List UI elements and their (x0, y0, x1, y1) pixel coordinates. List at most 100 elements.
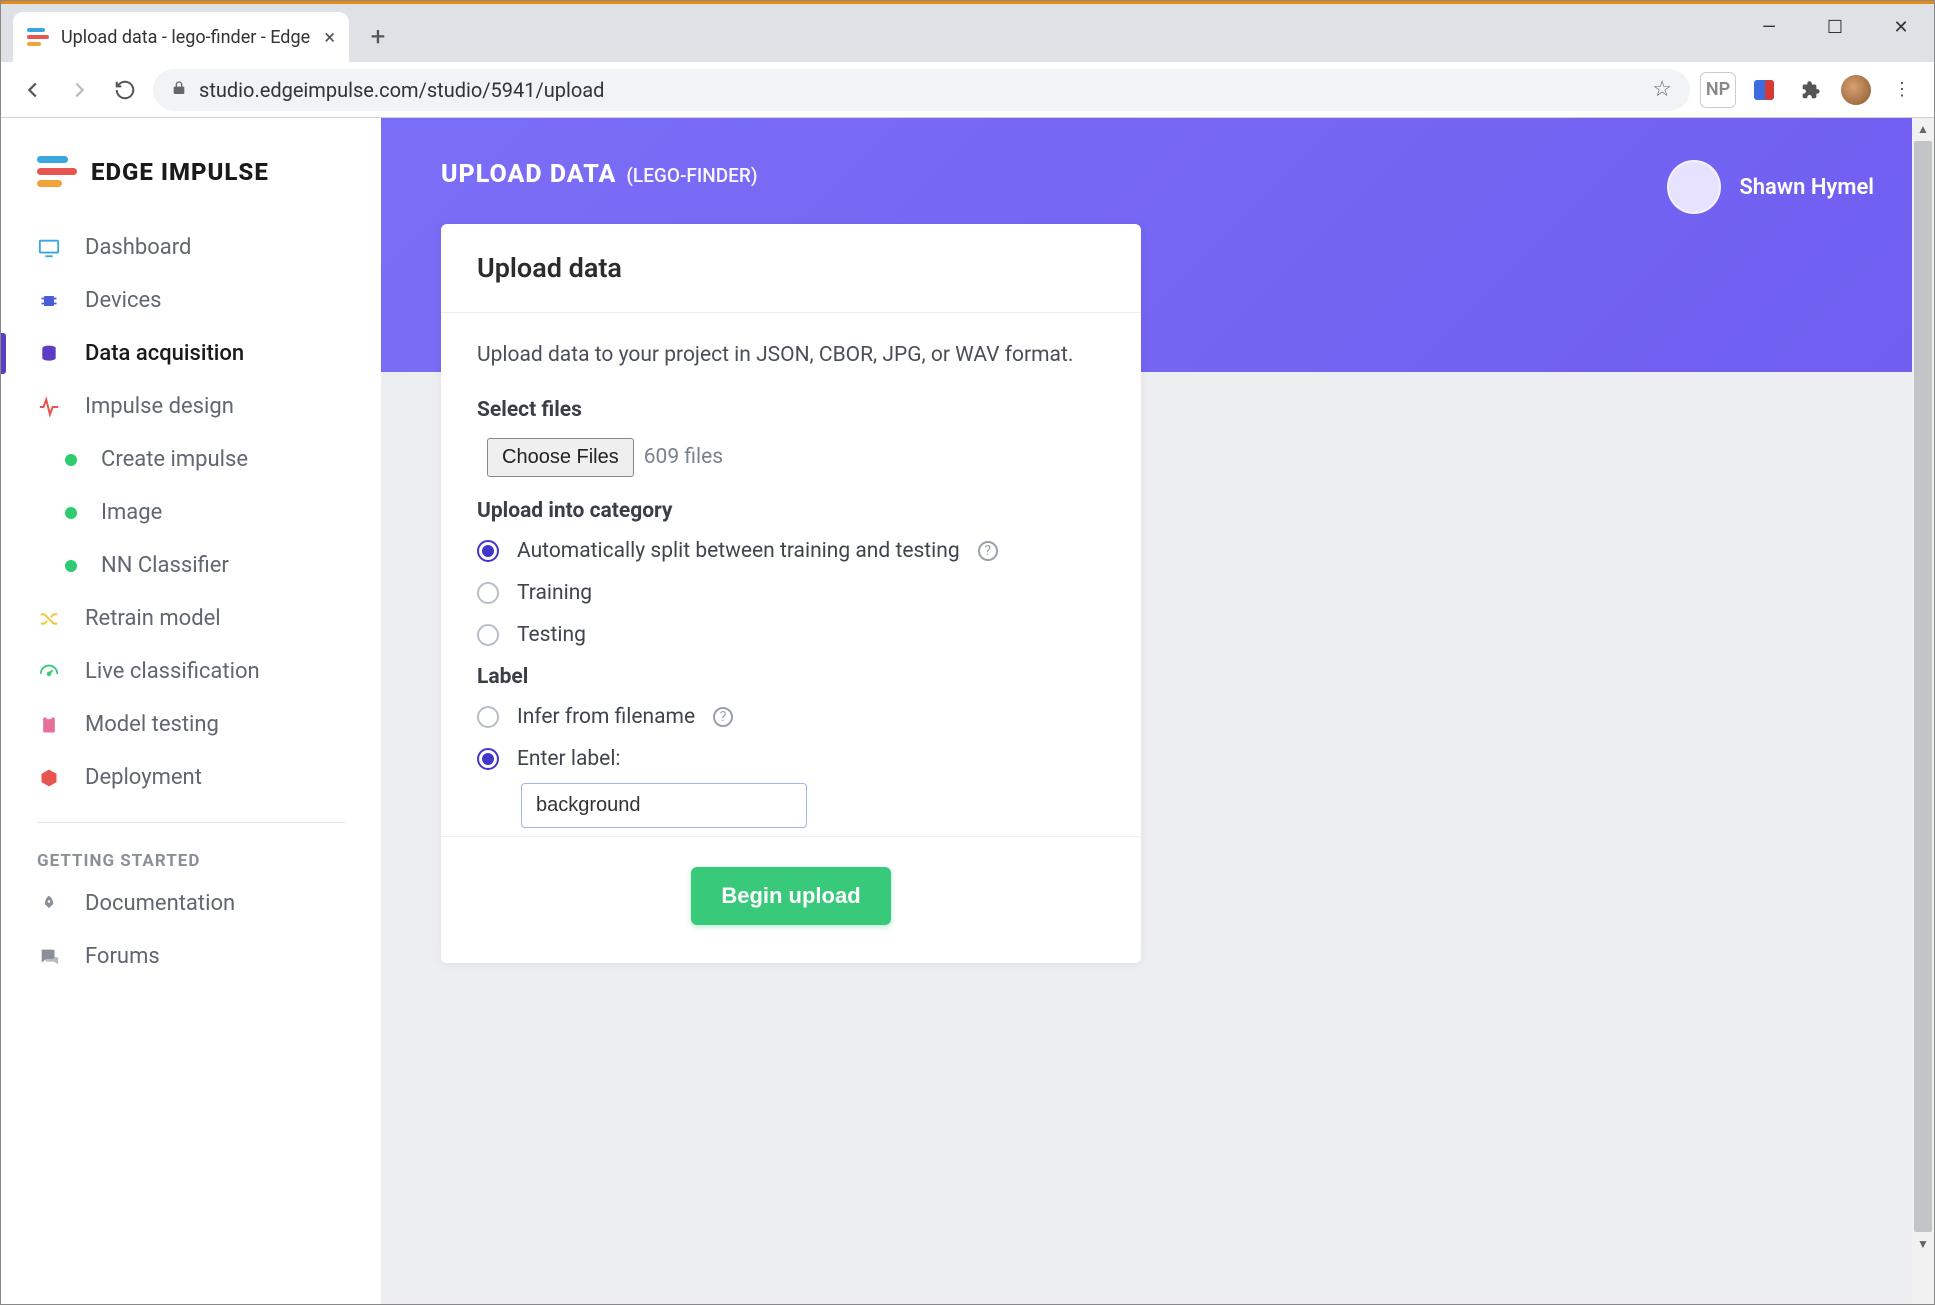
help-icon[interactable]: ? (978, 541, 998, 561)
radio-label: Enter label: (517, 747, 621, 771)
sidebar-item-label: Documentation (85, 891, 235, 916)
sidebar-item-label: Live classification (85, 659, 260, 684)
window-close-button[interactable]: ✕ (1868, 4, 1934, 50)
dot-icon (65, 560, 77, 572)
lock-icon (171, 80, 187, 100)
sidebar: EDGE IMPULSE Dashboard Devices (1, 118, 381, 1304)
sidebar-item-label: Impulse design (85, 394, 234, 419)
dot-icon (65, 454, 77, 466)
url-text: studio.edgeimpulse.com/studio/5941/uploa… (199, 78, 604, 102)
extension-ublock-icon[interactable] (1746, 72, 1782, 108)
pulse-icon (37, 395, 61, 419)
bookmark-star-icon[interactable]: ☆ (1652, 77, 1672, 102)
radio-icon (477, 540, 499, 562)
radio-auto-split[interactable]: Automatically split between training and… (477, 539, 1105, 563)
sidebar-item-retrain-model[interactable]: Retrain model (1, 592, 381, 645)
browser-tab[interactable]: Upload data - lego-finder - Edge × (13, 12, 349, 62)
logo-text: EDGE IMPULSE (91, 158, 269, 186)
sidebar-item-live-classification[interactable]: Live classification (1, 645, 381, 698)
monitor-icon (37, 236, 61, 260)
clipboard-icon (37, 713, 61, 737)
address-bar[interactable]: studio.edgeimpulse.com/studio/5941/uploa… (153, 69, 1690, 111)
sidebar-item-dashboard[interactable]: Dashboard (1, 221, 381, 274)
radio-icon (477, 624, 499, 646)
logo[interactable]: EDGE IMPULSE (1, 144, 381, 221)
reload-button[interactable] (107, 72, 143, 108)
sidebar-item-forums[interactable]: Forums (1, 930, 381, 983)
browser-menu-button[interactable]: ⋮ (1884, 72, 1920, 108)
sidebar-item-devices[interactable]: Devices (1, 274, 381, 327)
sidebar-item-label: Retrain model (85, 606, 221, 631)
radio-label: Testing (517, 623, 586, 647)
sidebar-section-label: GETTING STARTED (1, 841, 381, 877)
avatar (1667, 160, 1721, 214)
sidebar-divider (37, 822, 345, 823)
chip-icon (37, 289, 61, 313)
select-files-label: Select files (477, 398, 1105, 422)
radio-enter-label[interactable]: Enter label: (477, 747, 1105, 771)
category-label: Upload into category (477, 499, 1105, 523)
logo-icon (37, 156, 77, 187)
window-maximize-button[interactable]: ☐ (1802, 4, 1868, 50)
profile-avatar-button[interactable] (1838, 72, 1874, 108)
sidebar-item-create-impulse[interactable]: Create impulse (1, 433, 381, 486)
cube-icon (37, 766, 61, 790)
window-minimize-button[interactable]: — (1736, 4, 1802, 50)
project-name: (LEGO-FINDER) (626, 164, 757, 187)
browser-tab-strip: Upload data - lego-finder - Edge × + — ☐… (1, 4, 1934, 62)
sidebar-item-documentation[interactable]: Documentation (1, 877, 381, 930)
tab-title: Upload data - lego-finder - Edge (61, 27, 310, 48)
scroll-up-icon[interactable]: ▲ (1912, 118, 1934, 140)
radio-icon (477, 706, 499, 728)
extension-np-icon[interactable]: NP (1700, 72, 1736, 108)
sidebar-item-label: Dashboard (85, 235, 191, 260)
sidebar-item-label: Image (101, 500, 162, 525)
database-icon (37, 342, 61, 366)
card-title: Upload data (441, 224, 1141, 313)
sidebar-item-label: Devices (85, 288, 162, 313)
favicon-icon (27, 26, 49, 48)
close-tab-icon[interactable]: × (324, 25, 335, 49)
upload-card: Upload data Upload data to your project … (441, 224, 1141, 963)
vertical-scrollbar[interactable]: ▲ ▼ (1912, 118, 1934, 1304)
help-icon[interactable]: ? (713, 707, 733, 727)
dot-icon (65, 507, 77, 519)
radio-label: Training (517, 581, 592, 605)
forward-button[interactable] (61, 72, 97, 108)
radio-infer-filename[interactable]: Infer from filename ? (477, 705, 1105, 729)
radio-icon (477, 582, 499, 604)
card-description: Upload data to your project in JSON, CBO… (477, 339, 1105, 372)
user-menu[interactable]: Shawn Hymel (1667, 160, 1874, 214)
sidebar-item-label: Forums (85, 944, 160, 969)
file-count-status: 609 files (644, 445, 723, 469)
radio-icon (477, 748, 499, 770)
radio-training[interactable]: Training (477, 581, 1105, 605)
sidebar-item-image[interactable]: Image (1, 486, 381, 539)
sidebar-item-impulse-design[interactable]: Impulse design (1, 380, 381, 433)
sidebar-item-model-testing[interactable]: Model testing (1, 698, 381, 751)
back-button[interactable] (15, 72, 51, 108)
sidebar-item-label: Model testing (85, 712, 219, 737)
radio-label: Infer from filename (517, 705, 695, 729)
rocket-icon (37, 892, 61, 916)
main-content: UPLOAD DATA (LEGO-FINDER) Shawn Hymel Up… (381, 118, 1934, 1304)
sidebar-item-deployment[interactable]: Deployment (1, 751, 381, 804)
sidebar-item-label: Data acquisition (85, 341, 244, 366)
sidebar-item-nn-classifier[interactable]: NN Classifier (1, 539, 381, 592)
scroll-thumb[interactable] (1914, 141, 1932, 1232)
scroll-down-icon[interactable]: ▼ (1912, 1233, 1934, 1255)
choose-files-button[interactable]: Choose Files (487, 438, 634, 477)
label-label: Label (477, 665, 1105, 689)
extensions-puzzle-icon[interactable] (1792, 72, 1828, 108)
sidebar-item-label: NN Classifier (101, 553, 229, 578)
gauge-icon (37, 660, 61, 684)
shuffle-icon (37, 607, 61, 631)
new-tab-button[interactable]: + (357, 16, 399, 58)
sidebar-item-label: Create impulse (101, 447, 248, 472)
label-input[interactable] (521, 783, 807, 828)
page-title: UPLOAD DATA (441, 160, 616, 189)
radio-testing[interactable]: Testing (477, 623, 1105, 647)
page-title-row: UPLOAD DATA (LEGO-FINDER) (441, 160, 758, 189)
begin-upload-button[interactable]: Begin upload (691, 867, 890, 925)
sidebar-item-data-acquisition[interactable]: Data acquisition (1, 327, 381, 380)
